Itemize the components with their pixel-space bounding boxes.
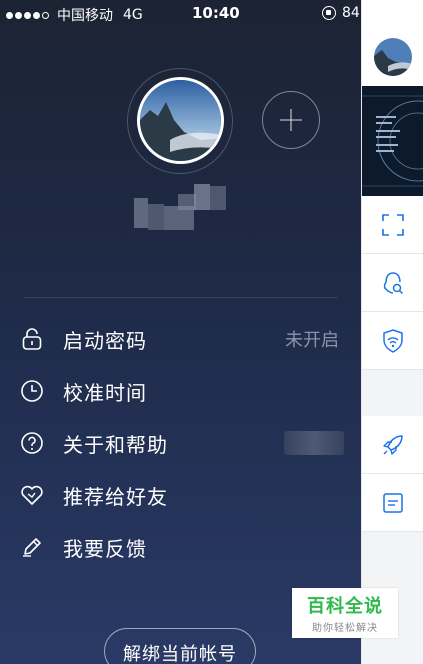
watermark-logo: 百科全说 助你轻松解决: [292, 588, 398, 638]
clock-time: 10:40: [192, 4, 240, 22]
avatar[interactable]: [137, 77, 224, 164]
qq-search-cell[interactable]: [362, 254, 423, 312]
clock-icon: [20, 379, 44, 403]
shield-icon: [383, 328, 403, 353]
carrier-name: 中国移动: [57, 8, 113, 24]
scan-icon: [382, 213, 404, 236]
menu-item-feedback[interactable]: 我要反馈: [0, 521, 361, 573]
avatar: [374, 38, 412, 76]
status-bar: 中国移动 4G 10:40 84: [0, 0, 423, 28]
heart-icon: [20, 483, 44, 507]
menu-item-label: 我要反馈: [63, 536, 147, 561]
scan-cell[interactable]: [362, 196, 423, 254]
question-icon: [20, 431, 44, 455]
menu-item-calibrate-time[interactable]: 校准时间: [0, 365, 361, 417]
divider: [24, 297, 338, 298]
unbind-account-button[interactable]: 解绑当前帐号: [104, 628, 256, 664]
accelerate-cell[interactable]: [362, 416, 423, 474]
message-icon: [383, 492, 403, 513]
menu-item-startup-password[interactable]: 启动密码 未开启: [0, 313, 361, 365]
menu-item-recommend-friends[interactable]: 推荐给好友: [0, 469, 361, 521]
watermark-title: 百科全说: [307, 596, 383, 617]
security-cell[interactable]: [362, 312, 423, 370]
battery-level: 84: [342, 5, 360, 21]
pencil-icon: [20, 535, 44, 559]
network-type: 4G: [123, 7, 143, 23]
banner-image[interactable]: [362, 86, 423, 196]
menu-item-label: 关于和帮助: [63, 432, 168, 457]
main-avatar-cell[interactable]: [362, 28, 423, 86]
signal-icon: [6, 11, 49, 19]
version-redacted: [284, 431, 344, 455]
add-account-button[interactable]: [262, 91, 320, 149]
lock-icon: [20, 327, 44, 351]
plus-icon: [280, 109, 302, 131]
qq-search-icon: [383, 271, 404, 294]
menu-item-label: 校准时间: [63, 380, 147, 405]
menu-item-about-help[interactable]: 关于和帮助: [0, 417, 361, 469]
menu-item-value: 未开启: [285, 330, 339, 351]
username-redacted: [134, 184, 229, 234]
main-page-peek: [361, 0, 423, 664]
message-cell[interactable]: [362, 474, 423, 532]
side-drawer: 启动密码 未开启 校准时间 关于和帮助 推荐给好友 我要反馈 解绑当前帐号: [0, 0, 361, 664]
menu-item-label: 启动密码: [63, 328, 147, 353]
watermark-subtitle: 助你轻松解决: [312, 623, 378, 634]
rocket-icon: [383, 434, 403, 455]
menu-item-label: 推荐给好友: [63, 484, 168, 509]
rotation-lock-icon: [322, 6, 336, 20]
section-gap: [362, 370, 423, 416]
